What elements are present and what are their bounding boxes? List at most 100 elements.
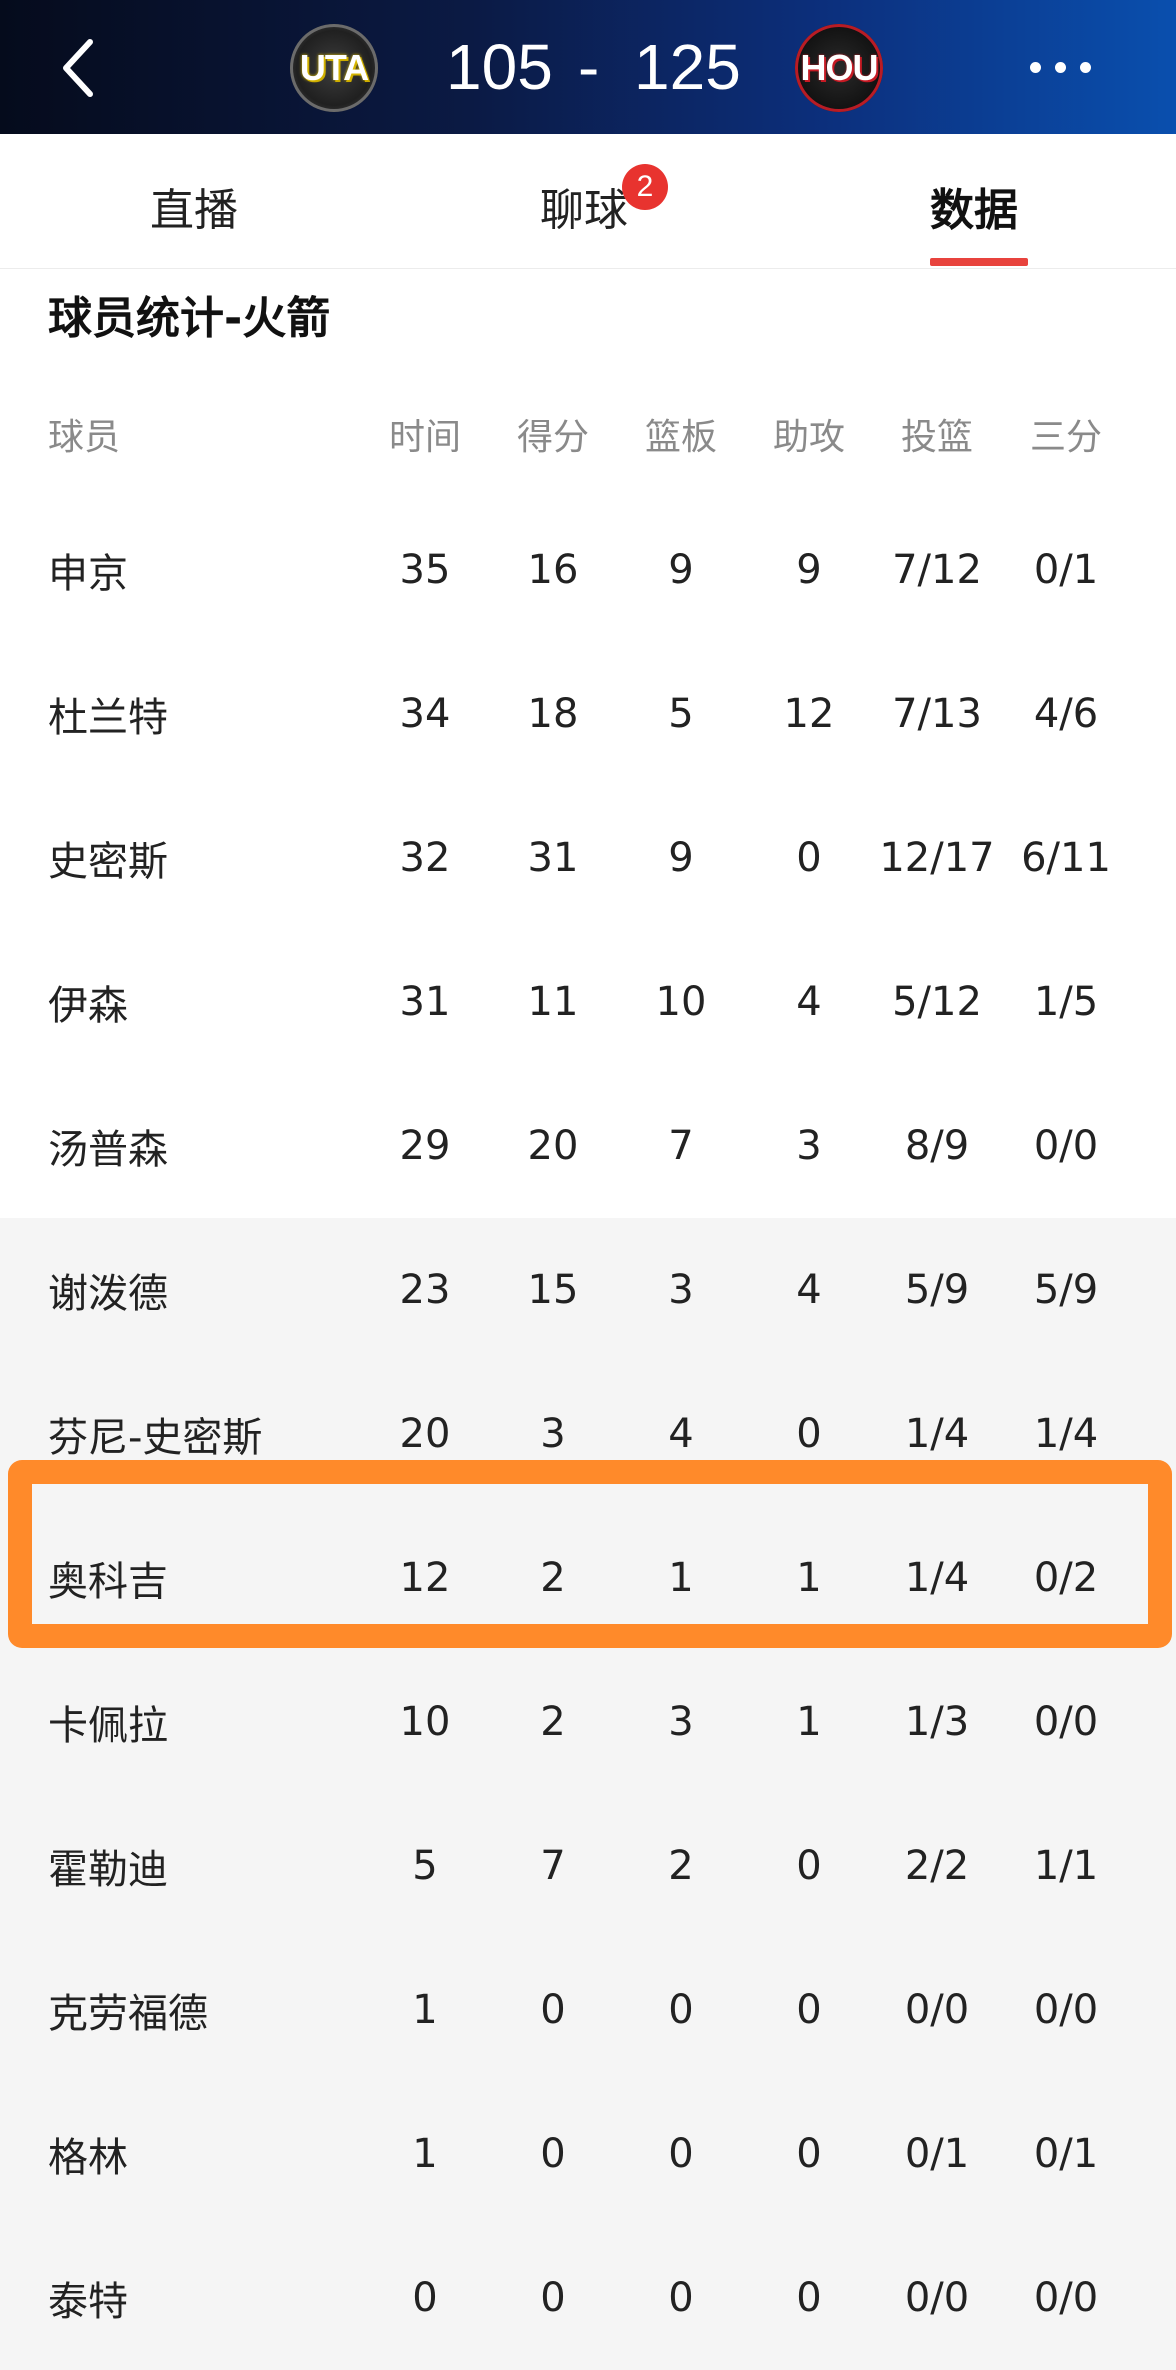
cell-rebounds: 0 bbox=[668, 1987, 694, 2033]
active-tab-indicator bbox=[930, 258, 1028, 266]
tab-bar: 直播 聊球 2 数据 bbox=[0, 134, 1176, 269]
cell-minutes: 35 bbox=[399, 547, 451, 593]
table-row[interactable]: 谢泼德 23 15 3 4 5/9 5/9 0 bbox=[0, 1218, 1176, 1362]
away-team-logo[interactable]: HOU bbox=[795, 24, 883, 112]
cell-ft: 1 bbox=[1134, 786, 1176, 930]
chat-badge: 2 bbox=[622, 164, 668, 210]
cell-assists: 1 bbox=[796, 1699, 822, 1745]
cell-threes: 0/1 bbox=[1033, 2131, 1099, 2177]
more-icon[interactable] bbox=[1030, 62, 1091, 73]
cell-player: 霍勒迪 bbox=[48, 1847, 168, 1893]
cell-rebounds: 0 bbox=[668, 2275, 694, 2321]
cell-assists: 0 bbox=[796, 2275, 822, 2321]
table-row[interactable]: 汤普森 29 20 7 3 8/9 0/0 4 bbox=[0, 1074, 1176, 1218]
header-threes[interactable]: 三分 bbox=[1006, 370, 1126, 498]
tab-live[interactable]: 直播 bbox=[150, 174, 238, 238]
header-player[interactable]: 球员 bbox=[48, 370, 120, 498]
cell-points: 18 bbox=[527, 691, 579, 737]
table-row[interactable]: 克劳福德 1 0 0 0 0/0 0/0 0 bbox=[0, 1938, 1176, 2082]
cell-fg: 7/13 bbox=[892, 691, 982, 737]
cell-fg: 0/0 bbox=[904, 2275, 970, 2321]
cell-minutes: 12 bbox=[399, 1555, 451, 1601]
cell-player: 伊森 bbox=[48, 983, 128, 1029]
away-score: 125 bbox=[634, 31, 741, 103]
cell-fg: 5/12 bbox=[892, 979, 982, 1025]
cell-ft: 0 bbox=[1134, 1218, 1176, 1362]
tab-chat[interactable]: 聊球 bbox=[540, 174, 628, 238]
cell-player: 申京 bbox=[48, 551, 128, 597]
cell-player: 汤普森 bbox=[48, 1127, 168, 1173]
cell-rebounds: 5 bbox=[668, 691, 694, 737]
cell-rebounds: 0 bbox=[668, 2131, 694, 2177]
cell-fg: 5/9 bbox=[904, 1267, 970, 1313]
cell-rebounds: 2 bbox=[668, 1843, 694, 1889]
cell-points: 3 bbox=[540, 1411, 566, 1457]
cell-threes: 0/0 bbox=[1033, 1699, 1099, 1745]
cell-player: 杜兰特 bbox=[48, 695, 168, 741]
cell-points: 2 bbox=[540, 1555, 566, 1601]
cell-rebounds: 9 bbox=[668, 835, 694, 881]
cell-player: 克劳福德 bbox=[48, 1991, 208, 2037]
cell-fg: 1/4 bbox=[904, 1555, 970, 1601]
cell-ft: 0 bbox=[1134, 1938, 1176, 2082]
table-row[interactable]: 霍勒迪 5 7 2 0 2/2 1/1 2 bbox=[0, 1794, 1176, 1938]
cell-assists: 0 bbox=[796, 1411, 822, 1457]
cell-points: 31 bbox=[527, 835, 579, 881]
cell-threes: 0/1 bbox=[1033, 547, 1099, 593]
cell-minutes: 31 bbox=[399, 979, 451, 1025]
table-row[interactable]: 申京 35 16 9 9 7/12 0/1 2 bbox=[0, 498, 1176, 642]
cell-threes: 0/0 bbox=[1033, 1123, 1099, 1169]
header-ft[interactable]: 罚 bbox=[1134, 370, 1176, 498]
cell-rebounds: 1 bbox=[668, 1555, 694, 1601]
cell-ft: 0 bbox=[1134, 642, 1176, 786]
cell-rebounds: 7 bbox=[668, 1123, 694, 1169]
cell-ft: 4 bbox=[1134, 1074, 1176, 1218]
table-row[interactable]: 史密斯 32 31 9 0 12/17 6/11 1 bbox=[0, 786, 1176, 930]
header-minutes[interactable]: 时间 bbox=[365, 370, 485, 498]
table-row[interactable]: 格林 1 0 0 0 0/1 0/1 0 bbox=[0, 2082, 1176, 2226]
cell-minutes: 5 bbox=[412, 1843, 438, 1889]
cell-points: 0 bbox=[540, 2131, 566, 2177]
table-row[interactable]: 伊森 31 11 10 4 5/12 1/5 0 bbox=[0, 930, 1176, 1074]
table-row[interactable]: 卡佩拉 10 2 3 1 1/3 0/0 0 bbox=[0, 1650, 1176, 1794]
cell-assists: 3 bbox=[796, 1123, 822, 1169]
table-row[interactable]: 杜兰特 34 18 5 12 7/13 4/6 0 bbox=[0, 642, 1176, 786]
cell-fg: 1/3 bbox=[904, 1699, 970, 1745]
score-separator: - bbox=[578, 31, 600, 103]
cell-ft: 2 bbox=[1134, 1794, 1176, 1938]
cell-fg: 1/4 bbox=[904, 1411, 970, 1457]
home-team-logo[interactable]: UTA bbox=[290, 24, 378, 112]
cell-assists: 12 bbox=[783, 691, 835, 737]
table-row[interactable]: 奥科吉 12 2 1 1 1/4 0/2 0 bbox=[0, 1506, 1176, 1650]
header-fg[interactable]: 投篮 bbox=[877, 370, 997, 498]
cell-rebounds: 9 bbox=[668, 547, 694, 593]
cell-points: 0 bbox=[540, 1987, 566, 2033]
cell-assists: 0 bbox=[796, 835, 822, 881]
header-rebounds[interactable]: 篮板 bbox=[621, 370, 741, 498]
cell-threes: 6/11 bbox=[1021, 835, 1111, 881]
cell-assists: 1 bbox=[796, 1555, 822, 1601]
home-score: 105 bbox=[446, 31, 553, 103]
cell-ft: 2 bbox=[1134, 498, 1176, 642]
back-icon[interactable] bbox=[50, 28, 110, 108]
cell-rebounds: 4 bbox=[668, 1411, 694, 1457]
cell-player: 卡佩拉 bbox=[48, 1703, 168, 1749]
cell-ft: 0 bbox=[1134, 1506, 1176, 1650]
cell-fg: 0/1 bbox=[904, 2131, 970, 2177]
table-row[interactable]: 泰特 0 0 0 0 0/0 0/0 0 bbox=[0, 2226, 1176, 2370]
cell-fg: 12/17 bbox=[879, 835, 995, 881]
cell-rebounds: 3 bbox=[668, 1267, 694, 1313]
table-row[interactable]: 芬尼-史密斯 20 3 4 0 1/4 1/4 0 bbox=[0, 1362, 1176, 1506]
header-assists[interactable]: 助攻 bbox=[749, 370, 869, 498]
game-header: UTA 105 - 125 HOU bbox=[0, 0, 1176, 134]
cell-fg: 8/9 bbox=[904, 1123, 970, 1169]
header-points[interactable]: 得分 bbox=[493, 370, 613, 498]
tab-data[interactable]: 数据 bbox=[930, 174, 1018, 238]
cell-player: 泰特 bbox=[48, 2279, 128, 2325]
cell-fg: 0/0 bbox=[904, 1987, 970, 2033]
cell-assists: 0 bbox=[796, 1843, 822, 1889]
cell-threes: 0/0 bbox=[1033, 1987, 1099, 2033]
cell-minutes: 10 bbox=[399, 1699, 451, 1745]
cell-ft: 0 bbox=[1134, 2082, 1176, 2226]
cell-player: 史密斯 bbox=[48, 839, 168, 885]
